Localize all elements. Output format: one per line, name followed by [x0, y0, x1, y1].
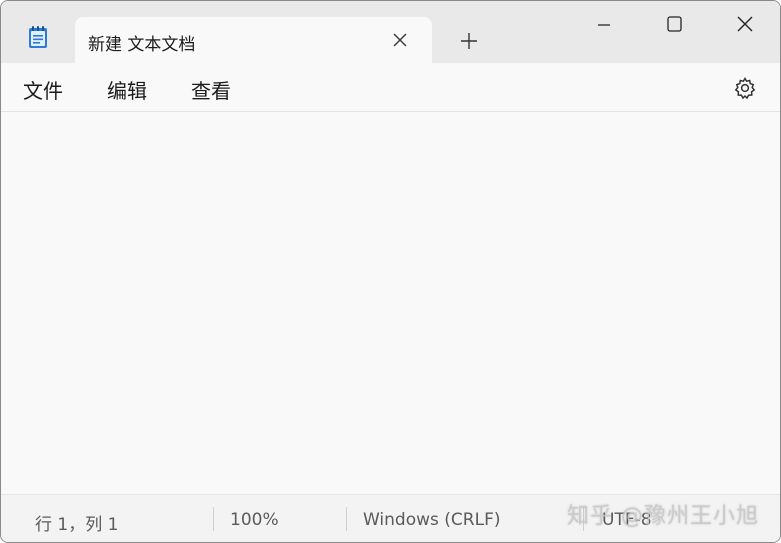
cursor-position: 行 1，列 1 [35, 515, 119, 535]
text-editor[interactable] [1, 112, 780, 494]
status-divider [583, 507, 584, 531]
minimize-button[interactable] [588, 11, 620, 39]
encoding[interactable]: UTF-8 [602, 510, 652, 530]
tab-title: 新建 文本文档 [88, 35, 196, 55]
notepad-window: 新建 文本文档 文件 编辑 查看 行 1，列 1 100% Windows (C… [0, 0, 781, 543]
tab-document[interactable]: 新建 文本文档 [75, 17, 432, 63]
menu-file[interactable]: 文件 [23, 75, 63, 104]
plus-icon[interactable] [456, 28, 482, 54]
menu-view[interactable]: 查看 [191, 75, 231, 104]
maximize-button[interactable] [658, 11, 690, 39]
notepad-icon [27, 25, 49, 49]
close-icon[interactable] [388, 28, 412, 52]
window-close-button[interactable] [729, 11, 761, 39]
zoom-level[interactable]: 100% [230, 510, 279, 530]
status-divider [346, 507, 347, 531]
title-bar[interactable]: 新建 文本文档 [1, 1, 780, 63]
status-bar: 行 1，列 1 100% Windows (CRLF) UTF-8 [1, 494, 780, 542]
gear-icon[interactable] [732, 75, 758, 101]
line-ending[interactable]: Windows (CRLF) [363, 510, 501, 530]
status-divider [213, 507, 214, 531]
menu-edit[interactable]: 编辑 [107, 75, 147, 104]
menu-bar: 文件 编辑 查看 [1, 63, 780, 112]
